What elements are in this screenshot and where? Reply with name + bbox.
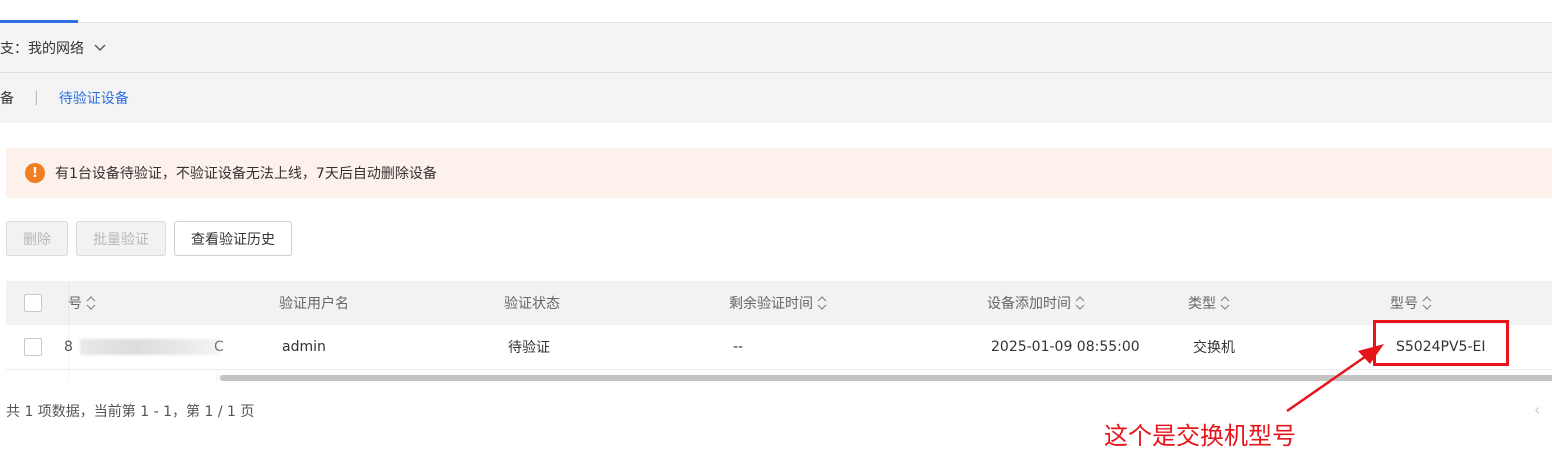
column-header-added-time[interactable]: 设备添加时间 xyxy=(987,281,1085,325)
pending-alert-banner: ! 有1台设备待验证，不验证设备无法上线，7天后自动删除设备 xyxy=(6,148,1552,198)
column-header-model[interactable]: 型号 xyxy=(1390,281,1432,325)
cell-type: 交换机 xyxy=(1193,340,1235,356)
annotation-text: 这个是交换机型号 xyxy=(1104,422,1296,450)
tab-all-devices[interactable]: 备 xyxy=(0,88,14,108)
column-header-serial[interactable]: 号 xyxy=(68,281,96,325)
masked-serial-number xyxy=(80,339,220,355)
sort-icon[interactable] xyxy=(817,296,827,310)
column-header-remaining[interactable]: 剩余验证时间 xyxy=(729,281,827,325)
tab-pending-devices[interactable]: 待验证设备 xyxy=(59,88,129,108)
action-toolbar: 删除 批量验证 查看验证历史 xyxy=(6,221,292,257)
scrollbar-thumb[interactable] xyxy=(220,375,1552,381)
column-header-added-time-label: 设备添加时间 xyxy=(987,296,1071,312)
select-all-cell xyxy=(24,281,42,325)
device-subtabs: 备 | 待验证设备 xyxy=(0,73,1552,123)
chevron-down-icon[interactable] xyxy=(94,44,106,52)
column-header-serial-label: 号 xyxy=(68,296,82,312)
alert-message: 有1台设备待验证，不验证设备无法上线，7天后自动删除设备 xyxy=(55,166,437,182)
warning-icon: ! xyxy=(25,163,45,183)
tab-separator: | xyxy=(34,90,39,106)
column-header-type-label: 类型 xyxy=(1188,296,1216,312)
sort-icon[interactable] xyxy=(1220,296,1230,310)
model-highlight-box xyxy=(1373,320,1509,366)
top-tab-bar xyxy=(0,0,1552,23)
column-header-username: 验证用户名 xyxy=(279,296,349,312)
cell-added-time: 2025-01-09 08:55:00 xyxy=(991,339,1140,355)
cell-username: admin xyxy=(282,339,326,355)
branch-selector-bar: 支： 我的网络 xyxy=(0,23,1552,73)
column-header-model-label: 型号 xyxy=(1390,296,1418,312)
branch-label: 支： xyxy=(0,40,28,57)
cell-remaining: -- xyxy=(733,339,744,355)
sort-icon[interactable] xyxy=(1422,296,1432,310)
prev-page-button[interactable]: ‹ xyxy=(1534,400,1540,419)
batch-verify-button[interactable]: 批量验证 xyxy=(76,221,166,256)
table-header: 号 验证用户名 验证状态 剩余验证时间 设备添加时间 类型 型号 xyxy=(6,281,1552,325)
frozen-column-divider xyxy=(68,281,70,381)
select-all-checkbox[interactable] xyxy=(24,294,42,312)
pagination-summary: 共 1 项数据，当前第 1 - 1，第 1 / 1 页 xyxy=(6,404,255,420)
column-header-type[interactable]: 类型 xyxy=(1188,281,1230,325)
row-select-cell xyxy=(24,325,42,369)
serial-suffix: C xyxy=(214,339,224,355)
row-checkbox[interactable] xyxy=(24,338,42,356)
column-header-remaining-label: 剩余验证时间 xyxy=(729,296,813,312)
branch-dropdown[interactable]: 我的网络 xyxy=(28,38,84,58)
cell-status: 待验证 xyxy=(508,340,550,356)
delete-button[interactable]: 删除 xyxy=(6,221,68,256)
table-row[interactable]: 8 C admin 待验证 -- 2025-01-09 08:55:00 交换机… xyxy=(6,325,1552,370)
column-header-status: 验证状态 xyxy=(504,296,560,312)
sort-icon[interactable] xyxy=(86,296,96,310)
sort-icon[interactable] xyxy=(1075,296,1085,310)
pending-devices-table: 号 验证用户名 验证状态 剩余验证时间 设备添加时间 类型 型号 8 C adm… xyxy=(6,281,1552,381)
horizontal-scrollbar[interactable] xyxy=(216,375,1552,381)
view-history-button[interactable]: 查看验证历史 xyxy=(174,221,292,256)
